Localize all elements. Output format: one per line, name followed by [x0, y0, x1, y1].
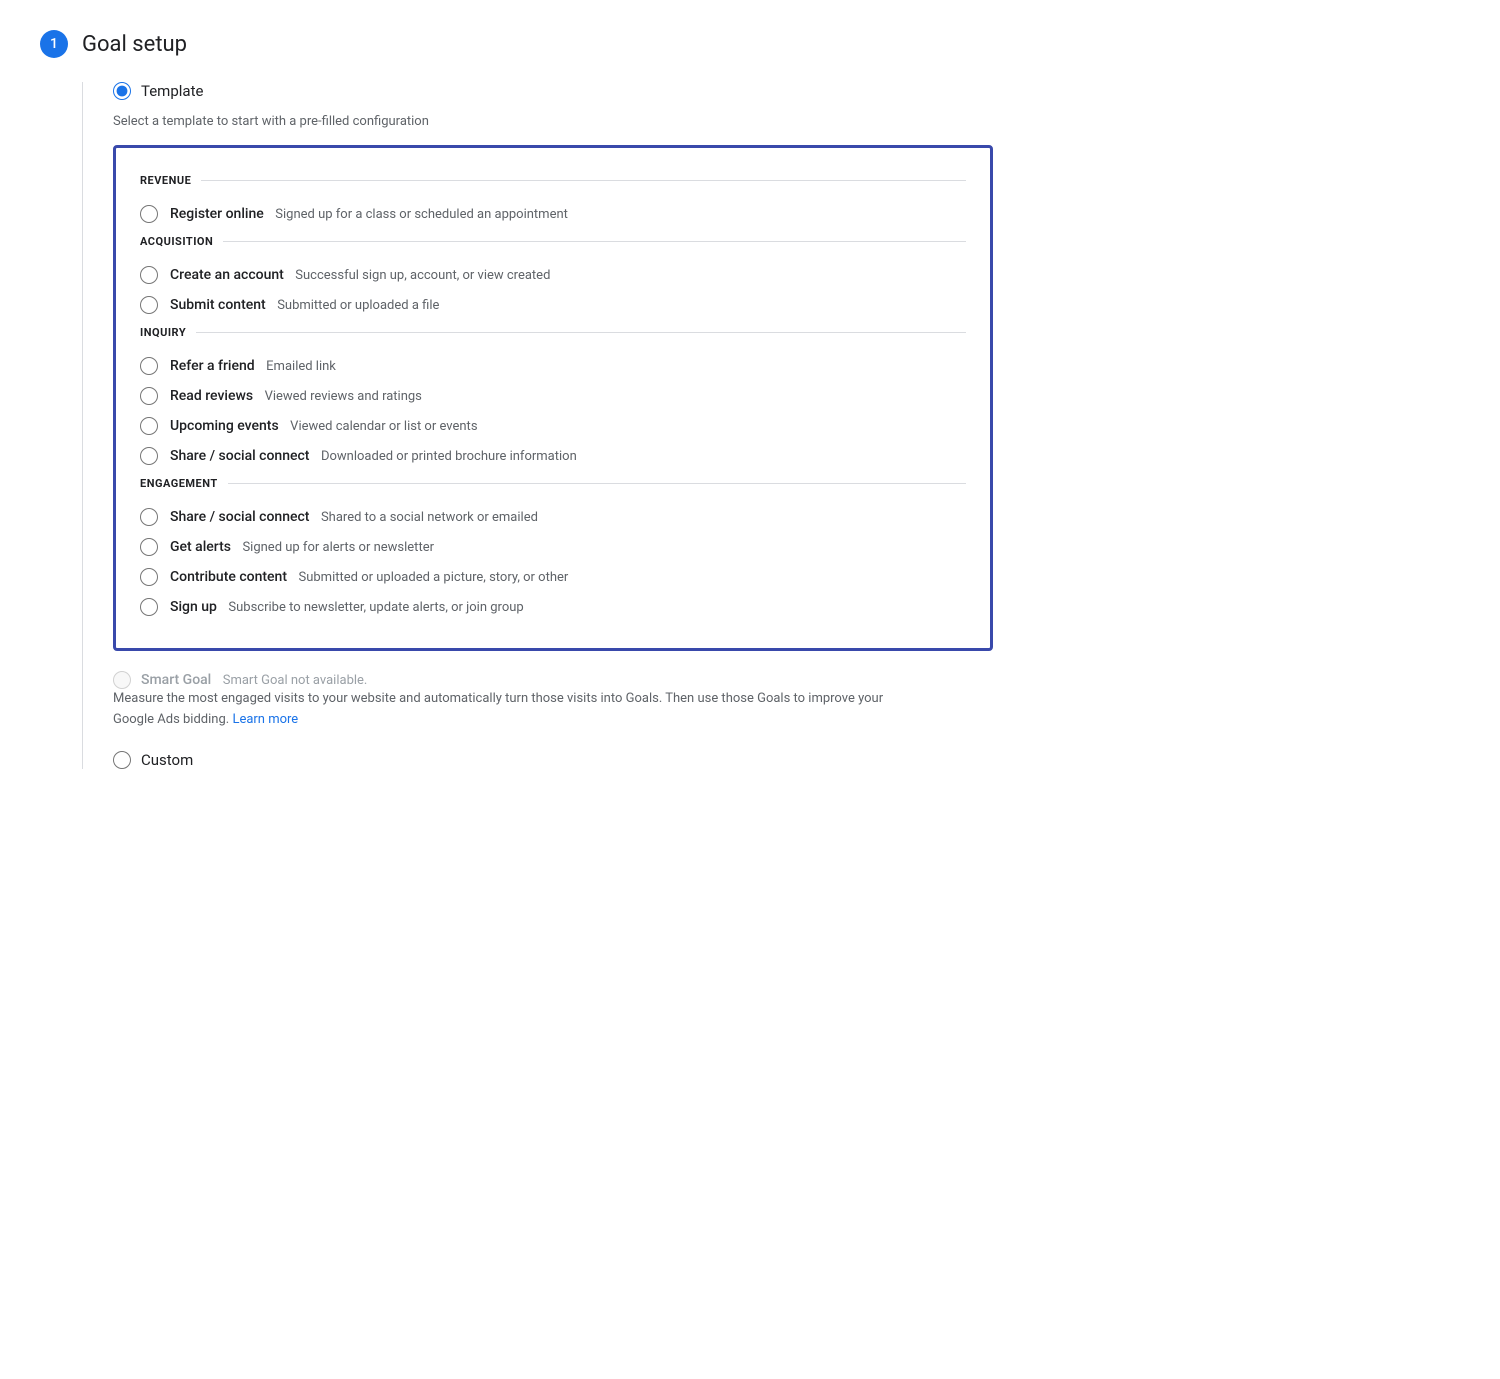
category-engagement: ENGAGEMENT Share / social connect Shared…: [140, 477, 966, 622]
refer-friend-desc: Emailed link: [266, 359, 336, 374]
category-revenue-label: REVENUE: [140, 174, 966, 187]
refer-friend-radio[interactable]: [140, 357, 158, 375]
custom-radio[interactable]: [113, 751, 131, 769]
submit-content-radio[interactable]: [140, 296, 158, 314]
sign-up-desc: Subscribe to newsletter, update alerts, …: [228, 600, 523, 615]
create-account-radio[interactable]: [140, 266, 158, 284]
share-social-name: Share / social connect: [170, 509, 309, 525]
refer-friend-name: Refer a friend: [170, 358, 255, 374]
template-label[interactable]: Template: [141, 82, 203, 100]
category-inquiry: INQUIRY Refer a friend Emailed link Read…: [140, 326, 966, 471]
sign-up-radio[interactable]: [140, 598, 158, 616]
smart-goal-label: Smart Goal: [141, 672, 211, 688]
submit-content-name: Submit content: [170, 297, 266, 313]
register-online-radio[interactable]: [140, 205, 158, 223]
smart-goal-section: Smart Goal Smart Goal not available. Mea…: [113, 671, 993, 731]
read-reviews-name: Read reviews: [170, 388, 253, 404]
submit-content-desc: Submitted or uploaded a file: [277, 298, 439, 313]
learn-more-link[interactable]: Learn more: [232, 712, 298, 727]
goal-item-sign-up[interactable]: Sign up Subscribe to newsletter, update …: [140, 592, 966, 622]
sign-up-name: Sign up: [170, 599, 217, 615]
create-account-desc: Successful sign up, account, or view cre…: [295, 268, 550, 283]
custom-label[interactable]: Custom: [141, 751, 193, 769]
contribute-content-name: Contribute content: [170, 569, 287, 585]
step-number: 1: [50, 36, 58, 52]
category-inquiry-label: INQUIRY: [140, 326, 966, 339]
goal-item-submit-content[interactable]: Submit content Submitted or uploaded a f…: [140, 290, 966, 320]
content-area: Template Select a template to start with…: [82, 82, 1460, 769]
template-radio[interactable]: [113, 82, 131, 100]
register-online-desc: Signed up for a class or scheduled an ap…: [275, 207, 568, 222]
smart-goal-option[interactable]: Smart Goal Smart Goal not available.: [113, 671, 993, 689]
category-revenue: REVENUE Register online Signed up for a …: [140, 174, 966, 229]
goal-item-register-online[interactable]: Register online Signed up for a class or…: [140, 199, 966, 229]
share-social-radio[interactable]: [140, 508, 158, 526]
download-print-name-alt: Share / social connect: [170, 448, 309, 464]
read-reviews-desc: Viewed reviews and ratings: [265, 389, 422, 404]
category-acquisition: ACQUISITION Create an account Successful…: [140, 235, 966, 320]
goal-item-read-reviews[interactable]: Read reviews Viewed reviews and ratings: [140, 381, 966, 411]
contribute-content-radio[interactable]: [140, 568, 158, 586]
template-description: Select a template to start with a pre-fi…: [113, 114, 993, 129]
category-acquisition-label: ACQUISITION: [140, 235, 966, 248]
main-content: Template Select a template to start with…: [113, 82, 993, 769]
smart-goal-measure-text: Measure the most engaged visits to your …: [113, 689, 913, 731]
contribute-content-desc: Submitted or uploaded a picture, story, …: [299, 570, 569, 585]
step-title: Goal setup: [82, 32, 187, 57]
upcoming-events-radio[interactable]: [140, 417, 158, 435]
smart-goal-radio[interactable]: [113, 671, 131, 689]
vertical-divider: [82, 82, 83, 769]
step-header: 1 Goal setup: [40, 30, 1460, 58]
get-alerts-name: Get alerts: [170, 539, 231, 555]
goal-item-create-account[interactable]: Create an account Successful sign up, ac…: [140, 260, 966, 290]
category-engagement-label: ENGAGEMENT: [140, 477, 966, 490]
smart-goal-unavailable: Smart Goal not available.: [223, 673, 368, 688]
goal-item-download-print[interactable]: Share / social connect Downloaded or pri…: [140, 441, 966, 471]
goal-item-share-social[interactable]: Share / social connect Shared to a socia…: [140, 502, 966, 532]
read-reviews-radio[interactable]: [140, 387, 158, 405]
goal-item-contribute-content[interactable]: Contribute content Submitted or uploaded…: [140, 562, 966, 592]
download-print-radio[interactable]: [140, 447, 158, 465]
step-number-circle: 1: [40, 30, 68, 58]
get-alerts-desc: Signed up for alerts or newsletter: [242, 540, 434, 555]
share-social-desc: Shared to a social network or emailed: [321, 510, 538, 525]
template-option[interactable]: Template: [113, 82, 993, 100]
custom-option[interactable]: Custom: [113, 751, 993, 769]
goal-item-upcoming-events[interactable]: Upcoming events Viewed calendar or list …: [140, 411, 966, 441]
register-online-name: Register online: [170, 206, 264, 222]
goal-item-refer-friend[interactable]: Refer a friend Emailed link: [140, 351, 966, 381]
template-box: REVENUE Register online Signed up for a …: [113, 145, 993, 651]
upcoming-events-name: Upcoming events: [170, 418, 279, 434]
get-alerts-radio[interactable]: [140, 538, 158, 556]
upcoming-events-desc: Viewed calendar or list or events: [290, 419, 477, 434]
create-account-name: Create an account: [170, 267, 284, 283]
goal-item-get-alerts[interactable]: Get alerts Signed up for alerts or newsl…: [140, 532, 966, 562]
download-print-desc: Downloaded or printed brochure informati…: [321, 449, 577, 464]
